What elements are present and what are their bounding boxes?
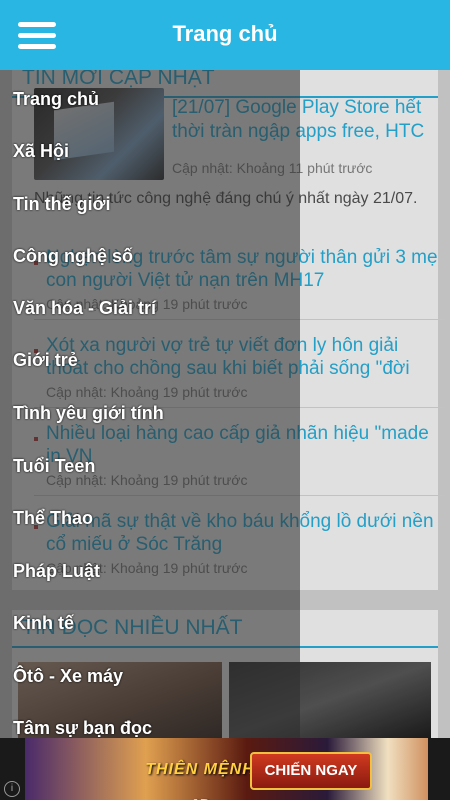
ad-cta-button[interactable]: CHIẾN NGAY [250, 752, 372, 790]
ad-game-logo: THIÊN MỆNH 4D [145, 761, 255, 800]
info-icon[interactable]: i [4, 781, 20, 797]
app-bar: Trang chủ [0, 0, 450, 70]
menu-item-trang-chu[interactable]: Trang chủ [13, 89, 99, 110]
menu-item-tuoi-teen[interactable]: Tuổi Teen [13, 456, 95, 477]
menu-item-van-hoa-giai-tri[interactable]: Văn hóa - Giải trí [13, 298, 156, 319]
menu-item-phap-luat[interactable]: Pháp Luật [13, 561, 100, 582]
ad-banner[interactable]: THIÊN MỆNH 4D CHIẾN NGAY [25, 738, 428, 800]
menu-item-tin-the-gioi[interactable]: Tin thế giới [13, 194, 110, 215]
menu-item-tam-su-ban-doc[interactable]: Tâm sự bạn đọc [13, 718, 152, 739]
drawer-scrim[interactable] [300, 70, 450, 738]
page-title: Trang chủ [172, 21, 278, 46]
menu-item-tinh-yeu-gioi-tinh[interactable]: Tình yêu giới tính [13, 403, 164, 424]
ad-banner-bar: i THIÊN MỆNH 4D CHIẾN NGAY [0, 738, 450, 800]
menu-item-gioi-tre[interactable]: Giới trẻ [13, 350, 78, 371]
menu-item-xa-hoi[interactable]: Xã Hội [13, 141, 69, 162]
menu-item-the-thao[interactable]: Thể Thao [13, 508, 93, 529]
menu-item-oto-xe-may[interactable]: Ôtô - Xe máy [13, 666, 123, 687]
menu-item-cong-nghe-so[interactable]: Công nghệ số [13, 246, 133, 267]
menu-item-kinh-te[interactable]: Kinh tế [13, 613, 74, 634]
